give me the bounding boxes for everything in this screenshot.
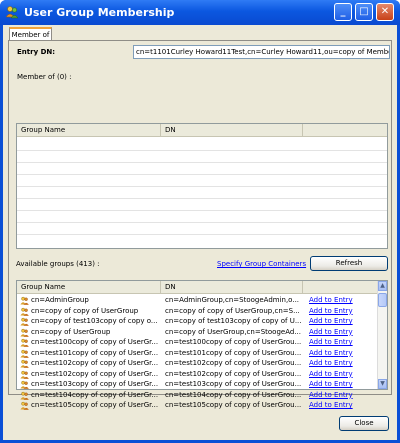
dn-cell: cn=test103copy of copy of UserGrou...: [165, 380, 301, 388]
group-name-cell: cn=test102copy of copy of UserGr...: [31, 369, 159, 378]
add-to-entry-link[interactable]: Add to Entry: [309, 316, 371, 327]
dialog-window: User Group Membership _ □ ✕ Member of En…: [0, 0, 400, 443]
group-icon: [20, 380, 29, 389]
group-icon: [20, 317, 29, 326]
maximize-icon: □: [359, 6, 369, 17]
dn-cell: cn=test101copy of copy of UserGrou...: [165, 348, 301, 357]
title-bar[interactable]: User Group Membership _ □ ✕: [0, 0, 400, 25]
chevron-down-icon: ▼: [380, 380, 385, 387]
add-to-entry-link[interactable]: Add to Entry: [309, 306, 371, 317]
add-to-entry-link[interactable]: Add to Entry: [309, 295, 371, 306]
dn-cell: cn=test104copy of copy of UserGrou...: [165, 390, 301, 399]
table-row[interactable]: cn=test105copy of copy of UserGr... cn=te…: [17, 400, 373, 411]
group-name-cell: cn=AdminGroup: [31, 296, 89, 304]
add-to-entry-link[interactable]: Add to Entry: [309, 337, 371, 348]
group-icon: [20, 349, 29, 358]
group-icon: [20, 401, 29, 410]
column-header-group-name[interactable]: Group Name: [17, 124, 161, 136]
column-header-dn[interactable]: DN: [161, 281, 303, 293]
add-to-entry-link[interactable]: Add to Entry: [309, 400, 371, 411]
refresh-button[interactable]: Refresh: [310, 256, 388, 271]
grid-line: [17, 186, 387, 187]
group-name-cell: cn=test102copy of copy of UserGr...: [31, 359, 159, 367]
vertical-scrollbar[interactable]: ▲ ▼: [377, 281, 387, 389]
dn-cell: cn=AdminGroup,cn=StoogeAdmin,o...: [165, 296, 300, 304]
table-row[interactable]: cn=copy of copy of UserGroup cn=copy of c…: [17, 306, 373, 317]
group-icon: [20, 307, 29, 316]
group-icon: [20, 328, 29, 337]
close-icon: ✕: [380, 6, 390, 17]
specify-group-containers-link[interactable]: Specify Group Containers: [217, 260, 306, 268]
minimize-icon: _: [340, 6, 346, 17]
dn-cell: cn=copy of UserGroup,cn=StoogeAd...: [165, 327, 301, 336]
close-window-button[interactable]: ✕: [376, 3, 394, 21]
member-of-label: Member of (0) :: [17, 73, 72, 81]
member-of-table-header: Group Name DN: [17, 124, 387, 137]
add-to-entry-link[interactable]: Add to Entry: [309, 379, 371, 390]
group-icon: [20, 391, 29, 400]
entry-dn-field[interactable]: cn=t1101Curley Howard11Test,cn=Curley Ho…: [133, 45, 390, 59]
dn-cell: cn=test105copy of copy of UserGrou...: [165, 401, 301, 409]
chevron-up-icon: ▲: [380, 282, 385, 289]
table-row[interactable]: cn=test102copy of copy of UserGr... cn=te…: [17, 358, 373, 369]
dn-cell: cn=copy of test103copy of copy of U...: [165, 317, 301, 325]
add-to-entry-link[interactable]: Add to Entry: [309, 369, 371, 380]
available-groups-label: Available groups (413) :: [16, 260, 100, 268]
group-icon: [20, 359, 29, 368]
column-header-dn[interactable]: DN: [161, 124, 303, 136]
dn-cell: cn=test100copy of copy of UserGrou...: [165, 338, 301, 346]
maximize-button[interactable]: □: [355, 3, 373, 21]
grid-line: [17, 162, 387, 163]
member-of-panel: Entry DN: cn=t1101Curley Howard11Test,cn…: [8, 40, 392, 410]
group-name-cell: cn=test105copy of copy of UserGr...: [31, 401, 159, 409]
column-header-action: [303, 124, 387, 136]
table-row[interactable]: cn=AdminGroup cn=AdminGroup,cn=StoogeAdmi…: [17, 295, 373, 306]
group-icon: [5, 6, 19, 19]
grid-line: [17, 198, 387, 199]
table-row[interactable]: cn=copy of test103copy of copy o... cn=co…: [17, 316, 373, 327]
group-name-cell: cn=copy of UserGroup: [31, 327, 111, 336]
table-row[interactable]: cn=test101copy of copy of UserGr... cn=te…: [17, 348, 373, 359]
grid-line: [17, 150, 387, 151]
group-name-cell: cn=copy of copy of UserGroup: [31, 306, 139, 315]
entry-dn-label: Entry DN:: [17, 48, 56, 56]
group-name-cell: cn=test100copy of copy of UserGr...: [31, 338, 159, 346]
minimize-button[interactable]: _: [334, 3, 352, 21]
add-to-entry-link[interactable]: Add to Entry: [309, 348, 371, 359]
group-icon: [20, 296, 29, 305]
group-icon: [20, 370, 29, 379]
grid-line: [17, 174, 387, 175]
column-header-group-name[interactable]: Group Name: [17, 281, 161, 293]
group-name-cell: cn=test101copy of copy of UserGr...: [31, 348, 159, 357]
group-icon: [20, 338, 29, 347]
add-to-entry-link[interactable]: Add to Entry: [309, 390, 371, 401]
add-to-entry-link[interactable]: Add to Entry: [309, 358, 371, 369]
grid-line: [17, 210, 387, 211]
grid-line: [17, 234, 387, 235]
table-row[interactable]: cn=copy of UserGroup cn=copy of UserGroup…: [17, 327, 373, 338]
add-to-entry-link[interactable]: Add to Entry: [309, 327, 371, 338]
table-row[interactable]: cn=test103copy of copy of UserGr... cn=te…: [17, 379, 373, 390]
available-groups-table[interactable]: Group Name DN cn=AdminGroup cn=AdminGroup…: [16, 280, 388, 410]
group-name-cell: cn=test103copy of copy of UserGr...: [31, 380, 159, 388]
close-button[interactable]: Close: [339, 416, 389, 431]
scroll-down-button[interactable]: ▼: [378, 379, 387, 389]
table-row[interactable]: cn=test104copy of copy of UserGr... cn=te…: [17, 390, 373, 401]
member-of-table[interactable]: Group Name DN: [16, 123, 388, 249]
dialog-body: Member of Entry DN: cn=t1101Curley Howar…: [3, 25, 397, 440]
tab-member-of[interactable]: Member of: [9, 27, 52, 41]
dn-cell: cn=test102copy of copy of UserGrou...: [165, 369, 301, 378]
group-name-cell: cn=copy of test103copy of copy o...: [31, 317, 158, 325]
table-row[interactable]: cn=test100copy of copy of UserGr... cn=te…: [17, 337, 373, 348]
table-row[interactable]: cn=test102copy of copy of UserGr... cn=te…: [17, 369, 373, 380]
scrollbar-thumb[interactable]: [378, 293, 387, 307]
grid-line: [17, 222, 387, 223]
group-name-cell: cn=test104copy of copy of UserGr...: [31, 390, 159, 399]
column-header-action: [303, 281, 379, 293]
scroll-up-button[interactable]: ▲: [378, 281, 387, 291]
dn-cell: cn=test102copy of copy of UserGrou...: [165, 359, 301, 367]
window-title: User Group Membership: [24, 6, 175, 19]
available-groups-table-header: Group Name DN: [17, 281, 377, 294]
dn-cell: cn=copy of copy of UserGroup,cn=S...: [165, 306, 300, 315]
